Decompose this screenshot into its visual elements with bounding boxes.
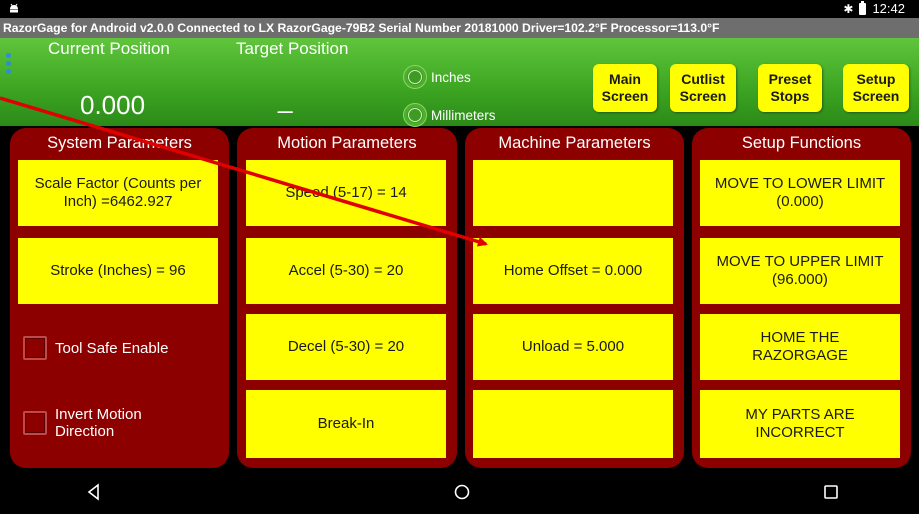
invert-motion-label: Invert Motion Direction xyxy=(55,406,142,440)
decel-button[interactable]: Decel (5-30) = 20 xyxy=(246,314,446,380)
home-icon[interactable] xyxy=(453,483,471,501)
setup-screen-button[interactable]: Setup Screen xyxy=(843,64,909,112)
unload-button[interactable]: Unload = 5.000 xyxy=(473,314,673,380)
radio-circle-icon xyxy=(403,103,427,127)
main-screen-button[interactable]: Main Screen xyxy=(593,64,657,112)
android-nav-bar xyxy=(0,470,919,514)
machine-blank-button-1[interactable] xyxy=(473,160,673,226)
status-bar: ✱ 12:42 xyxy=(0,0,919,18)
units-millimeters-radio[interactable]: Millimeters xyxy=(403,103,496,127)
setup-functions-title: Setup Functions xyxy=(741,134,862,152)
scale-factor-button[interactable]: Scale Factor (Counts per Inch) =6462.927 xyxy=(18,160,218,226)
break-in-button[interactable]: Break-In xyxy=(246,390,446,458)
machine-parameters-title: Machine Parameters xyxy=(498,134,651,152)
target-position-label: Target Position xyxy=(236,39,349,58)
machine-parameters-panel: Machine Parameters Home Offset = 0.000 U… xyxy=(465,128,684,468)
preset-stops-button[interactable]: Preset Stops xyxy=(758,64,822,112)
motion-parameters-panel: Motion Parameters Speed (5-17) = 14 Acce… xyxy=(237,128,457,468)
motion-parameters-title: Motion Parameters xyxy=(277,134,417,152)
stroke-button[interactable]: Stroke (Inches) = 96 xyxy=(18,238,218,304)
my-parts-are-incorrect-button[interactable]: MY PARTS ARE INCORRECT xyxy=(700,390,900,458)
system-parameters-panel: System Parameters Scale Factor (Counts p… xyxy=(10,128,229,468)
position-header: Current Position 0.000 Target Position _… xyxy=(0,38,919,127)
connection-info-bar: RazorGage for Android v2.0.0 Connected t… xyxy=(0,18,919,38)
radio-circle-icon xyxy=(403,65,427,89)
current-position-value: 0.000 xyxy=(80,90,146,120)
machine-blank-button-2[interactable] xyxy=(473,390,673,458)
move-to-lower-limit-button[interactable]: MOVE TO LOWER LIMIT (0.000) xyxy=(700,160,900,226)
units-inches-radio[interactable]: Inches xyxy=(403,65,471,89)
battery-icon xyxy=(859,0,867,15)
bluetooth-icon: ✱ xyxy=(843,1,854,16)
clock: 12:42 xyxy=(872,1,905,16)
overflow-menu-icon[interactable] xyxy=(6,53,14,79)
home-offset-button[interactable]: Home Offset = 0.000 xyxy=(473,238,673,304)
accel-button[interactable]: Accel (5-30) = 20 xyxy=(246,238,446,304)
inches-label: Inches xyxy=(431,69,471,85)
invert-motion-checkbox[interactable] xyxy=(23,411,47,435)
current-position-label: Current Position xyxy=(48,39,170,58)
move-to-upper-limit-button[interactable]: MOVE TO UPPER LIMIT (96.000) xyxy=(700,238,900,304)
speed-button[interactable]: Speed (5-17) = 14 xyxy=(246,160,446,226)
tool-safe-checkbox[interactable] xyxy=(23,336,47,360)
system-parameters-title: System Parameters xyxy=(47,134,192,152)
cutlist-screen-button[interactable]: Cutlist Screen xyxy=(670,64,736,112)
home-the-razorgage-button[interactable]: HOME THE RAZORGAGE xyxy=(700,314,900,380)
target-position-value[interactable]: _ xyxy=(278,84,292,115)
millimeters-label: Millimeters xyxy=(431,107,496,123)
android-icon xyxy=(10,3,18,13)
back-icon[interactable] xyxy=(85,483,103,501)
setup-functions-panel: Setup Functions MOVE TO LOWER LIMIT (0.00… xyxy=(692,128,911,468)
recents-icon[interactable] xyxy=(823,484,839,500)
tool-safe-label: Tool Safe Enable xyxy=(55,340,169,357)
